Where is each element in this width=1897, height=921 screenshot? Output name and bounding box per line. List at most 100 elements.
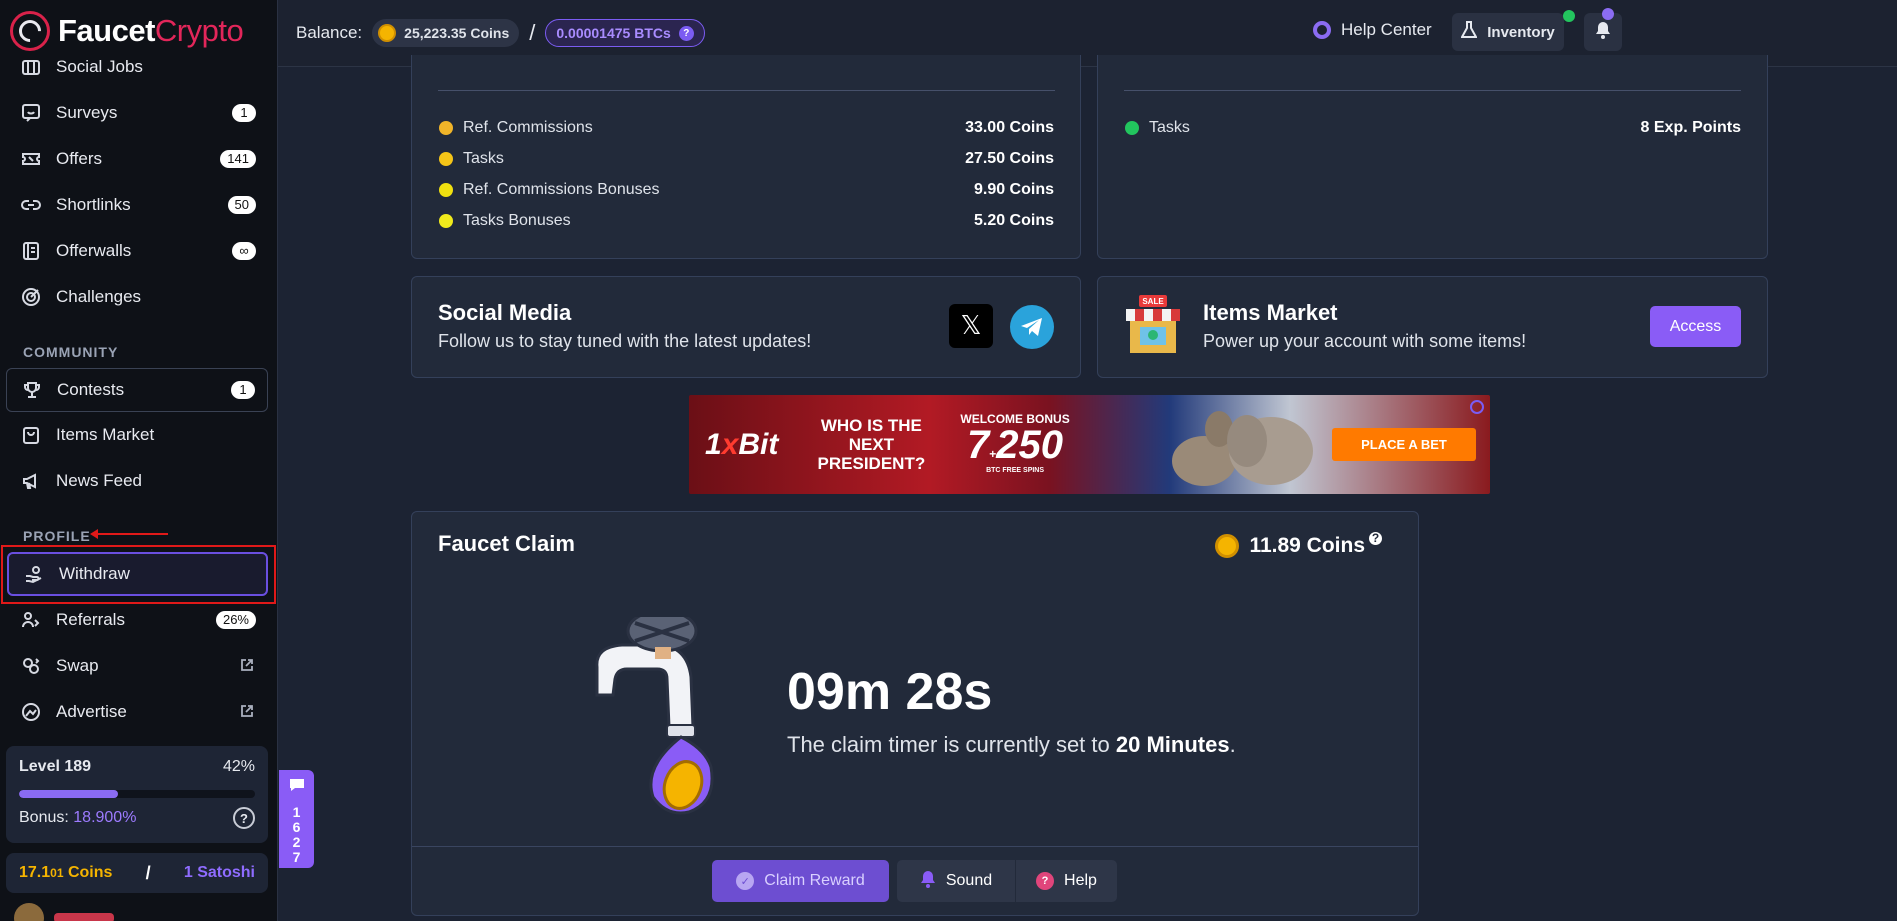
- access-button[interactable]: Access: [1650, 306, 1741, 347]
- x-twitter-icon[interactable]: 𝕏: [949, 304, 993, 348]
- chat-bubble-icon: [289, 778, 305, 797]
- stat-row: Tasks: [439, 150, 504, 168]
- items-market-card: SALE Items Market Power up your account …: [1097, 276, 1768, 378]
- swap-coins-icon: [20, 655, 42, 677]
- sidebar-item-social-jobs[interactable]: Social Jobs: [6, 46, 268, 88]
- sidebar-item-surveys[interactable]: Surveys 1: [6, 92, 268, 134]
- notification-dot: [1602, 8, 1614, 20]
- target-icon: [20, 286, 42, 308]
- stat-value: 33.00 Coins: [965, 119, 1054, 136]
- flask-icon: [1460, 21, 1478, 43]
- sidebar-item-label: Items Market: [56, 425, 155, 444]
- level-label: Level 189: [19, 758, 92, 775]
- divider: [412, 846, 1418, 847]
- user-profile-row[interactable]: [14, 903, 264, 921]
- grid-icon: [20, 56, 42, 78]
- stat-row: Ref. Commissions: [439, 119, 593, 137]
- earnings-separator: /: [145, 862, 151, 883]
- bell-icon: [920, 870, 936, 893]
- earned-satoshi: 1 Satoshi: [183, 864, 255, 881]
- sidebar-item-offers[interactable]: Offers 141: [6, 138, 268, 180]
- sidebar-item-challenges[interactable]: Challenges: [6, 276, 268, 318]
- sound-toggle-button[interactable]: Sound: [897, 860, 1015, 902]
- ad-info-icon[interactable]: [1470, 400, 1484, 414]
- sidebar-item-label: Offerwalls: [56, 241, 132, 260]
- sidebar-item-label: Referrals: [56, 610, 125, 629]
- sidebar-item-swap[interactable]: Swap: [6, 645, 268, 687]
- sidebar-item-contests[interactable]: Contests 1: [6, 368, 268, 412]
- brand-logo[interactable]: FaucetCrypto: [10, 10, 277, 52]
- telegram-icon[interactable]: [1010, 305, 1054, 349]
- users-icon: [20, 609, 42, 631]
- community-section-label: COMMUNITY: [23, 344, 119, 360]
- help-icon[interactable]: ?: [678, 25, 694, 41]
- sidebar-item-withdraw[interactable]: Withdraw: [7, 552, 268, 596]
- sidebar-item-referrals[interactable]: Referrals 26%: [6, 599, 268, 641]
- btc-balance-pill: 0.00001475 BTCs ?: [545, 19, 705, 47]
- claim-reward-amount: 11.89 Coins ?: [1215, 531, 1388, 558]
- lifebuoy-icon: [1313, 21, 1331, 39]
- coin-icon: [1215, 534, 1240, 558]
- sidebar-item-items-market[interactable]: Items Market: [6, 414, 268, 456]
- count-badge: 1: [232, 104, 256, 122]
- faucetcrypto-logo-icon: [10, 11, 50, 51]
- divider: [1124, 90, 1741, 91]
- percent-badge: 26%: [215, 611, 256, 629]
- divider: [438, 90, 1055, 91]
- sidebar-item-offerwalls[interactable]: Offerwalls ∞: [6, 230, 268, 272]
- claim-timer-description: The claim timer is currently set to 20 M…: [787, 732, 1236, 757]
- ad-headline: WHO IS THE NEXT PRESIDENT?: [817, 416, 926, 473]
- faucet-tap-icon: [595, 617, 714, 815]
- ad-bonus: WELCOME BONUS 7+250 BTC FREE SPINS: [960, 411, 1070, 474]
- inventory-button[interactable]: Inventory: [1452, 13, 1564, 51]
- sidebar-item-advertise[interactable]: Advertise: [6, 691, 268, 733]
- help-button[interactable]: ? Help: [1015, 860, 1117, 902]
- ad-brand-logo: 1xBit: [705, 427, 779, 461]
- experience-breakdown: Tasks 8 Exp. Points: [1097, 55, 1768, 259]
- items-market-title: Items Market: [1203, 300, 1338, 325]
- sidebar-item-shortlinks[interactable]: Shortlinks 50: [6, 184, 268, 226]
- legend-dot: [439, 121, 453, 135]
- sidebar-item-label: Challenges: [56, 287, 142, 306]
- count-badge: 141: [220, 150, 256, 168]
- sidebar-item-news-feed[interactable]: News Feed: [6, 460, 268, 502]
- notifications-button[interactable]: [1584, 13, 1622, 51]
- legend-dot: [439, 214, 453, 228]
- social-media-title: Social Media: [438, 300, 572, 325]
- ad-illustration: [1172, 411, 1313, 486]
- place-a-bet-button[interactable]: PLACE A BET: [1332, 428, 1476, 461]
- megaphone-icon: [20, 470, 42, 492]
- help-center-link[interactable]: Help Center: [1313, 20, 1432, 40]
- legend-dot: [439, 183, 453, 197]
- bonus-value: 18.900%: [73, 809, 137, 826]
- sidebar-item-label: Advertise: [56, 702, 127, 721]
- chat-toggle-tab[interactable]: 1 6 2 7: [279, 770, 314, 868]
- items-market-subtitle: Power up your account with some items!: [1203, 331, 1527, 351]
- balance-separator: /: [529, 20, 536, 45]
- sidebar-item-label: Swap: [56, 656, 99, 675]
- sidebar: Social Jobs FaucetCrypto Surveys 1 Offer…: [0, 0, 278, 921]
- level-percent: 42%: [222, 758, 255, 775]
- level-card: Level 189 42% Bonus: 18.900% ?: [6, 746, 268, 843]
- external-link-icon: [240, 704, 254, 721]
- coins-balance-pill: 25,223.35 Coins: [372, 19, 520, 47]
- trophy-icon: [21, 379, 43, 401]
- bonus-label: Bonus:: [19, 809, 69, 826]
- sidebar-item-label: Withdraw: [59, 564, 130, 583]
- help-icon[interactable]: ?: [1369, 531, 1382, 545]
- shopping-bag-icon: [20, 424, 42, 446]
- annotation-arrow: [90, 529, 168, 539]
- balance-label: Balance:: [296, 23, 363, 42]
- stat-value: 8 Exp. Points: [1640, 119, 1741, 136]
- check-badge-icon: ✓: [736, 872, 755, 890]
- smile-chat-icon: [20, 102, 42, 124]
- bell-icon: [1595, 21, 1611, 44]
- stat-row: Ref. Commissions Bonuses: [439, 181, 660, 199]
- online-users-count: 1 6 2 7: [292, 804, 301, 865]
- question-circle-icon: ?: [1036, 872, 1055, 890]
- claim-reward-button[interactable]: ✓ Claim Reward: [712, 860, 889, 902]
- help-circle-icon[interactable]: ?: [233, 807, 255, 829]
- advertise-icon: [20, 701, 42, 723]
- advertisement-banner[interactable]: 1xBit WHO IS THE NEXT PRESIDENT? WELCOME…: [689, 395, 1490, 494]
- stat-row: Tasks: [1125, 119, 1190, 137]
